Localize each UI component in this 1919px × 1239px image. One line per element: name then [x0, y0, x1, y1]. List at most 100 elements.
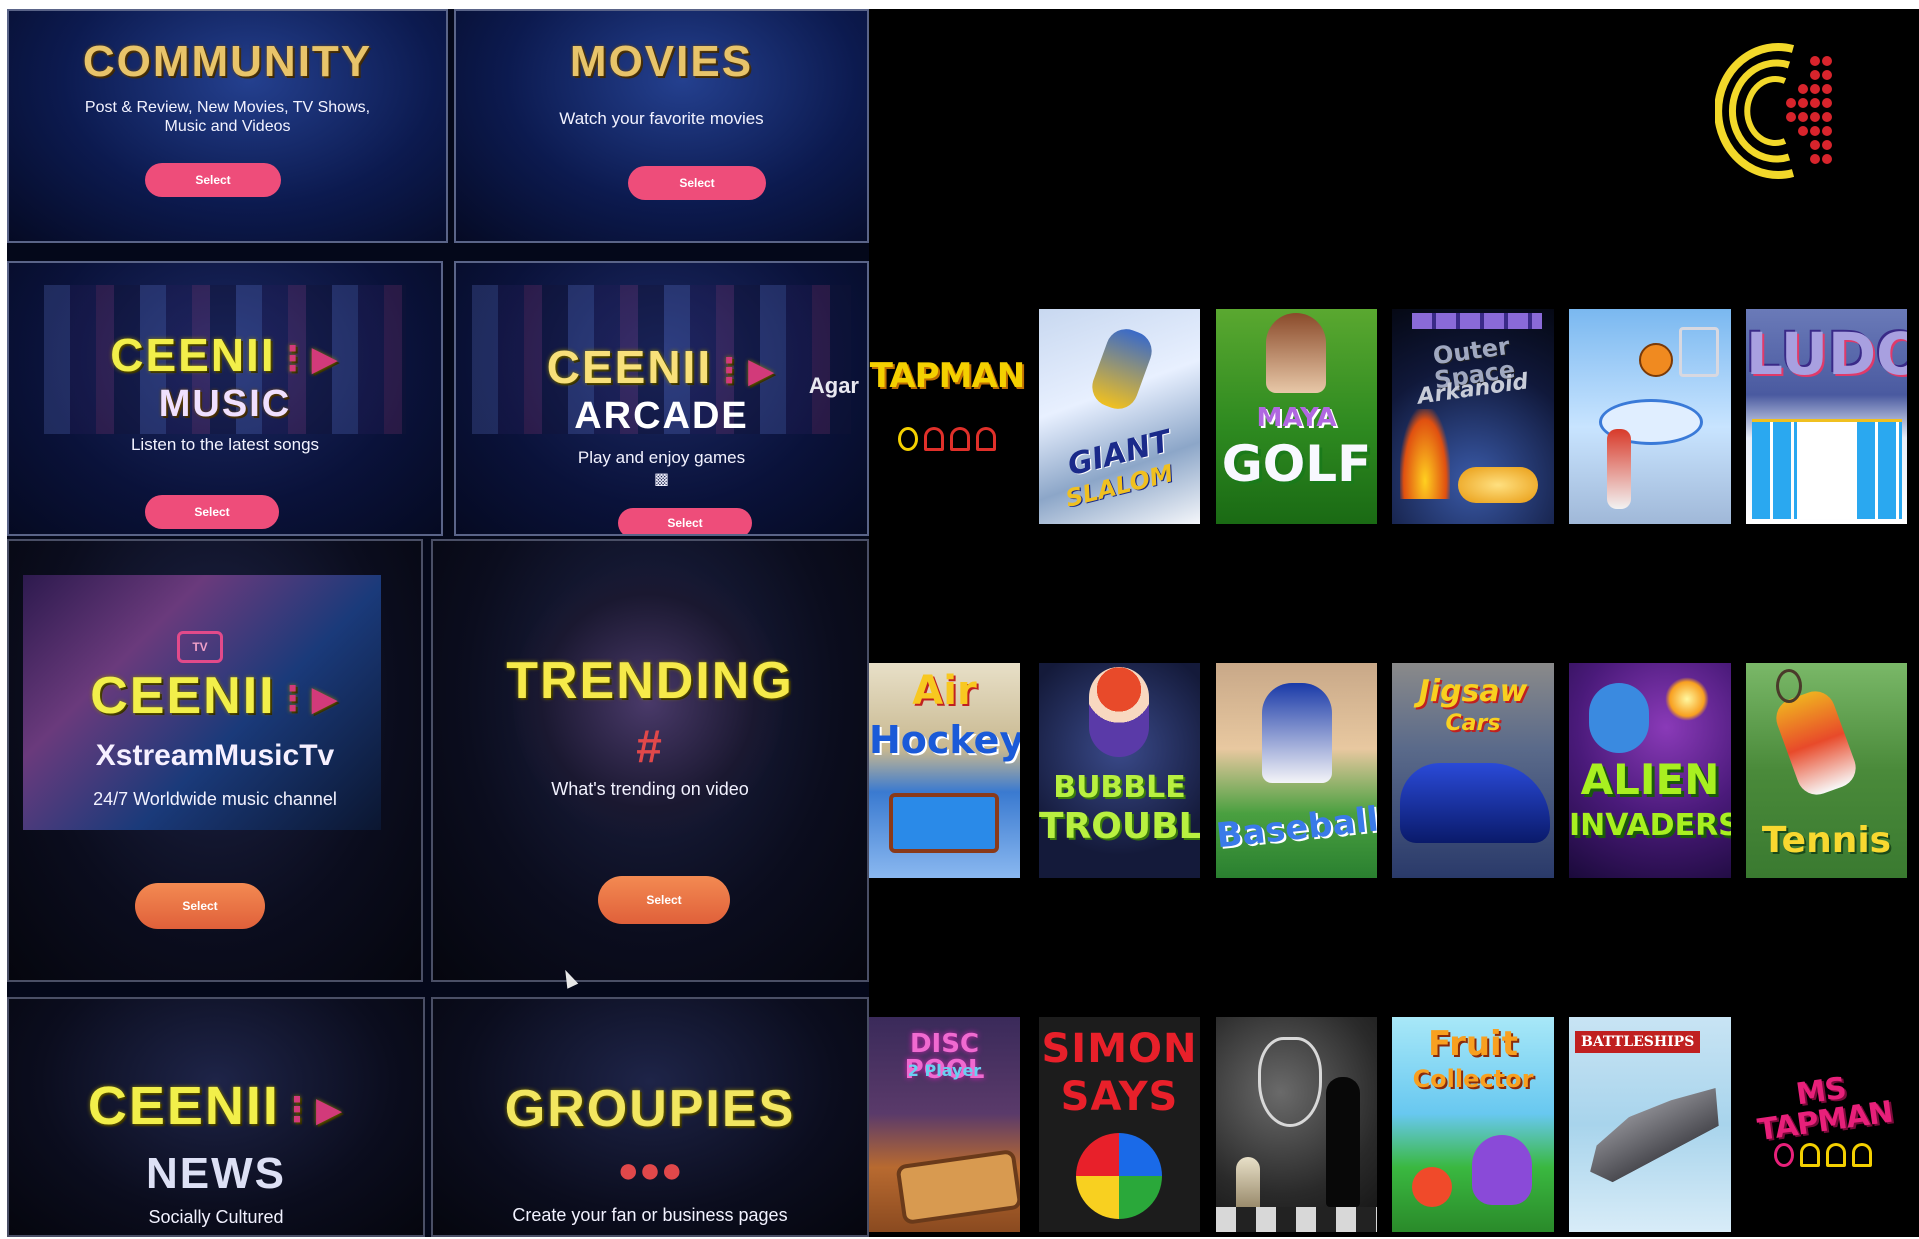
- ceenii-logo: C: [1714, 31, 1835, 191]
- trending-hashtag: #: [636, 720, 664, 772]
- arcade-brand: CEENII⋮▶: [456, 340, 867, 394]
- maya-golf-line2: GOLF: [1221, 435, 1372, 493]
- game-chess[interactable]: [1216, 1017, 1377, 1232]
- xstream-tile: TV CEENII⋮▶ XstreamMusicTv 24/7 Worldwid…: [7, 539, 423, 982]
- bubble-trouble-line1: BUBBLE: [1053, 770, 1186, 805]
- groupies-title: Groupies: [504, 1080, 796, 1138]
- alien-invaders-line1: ALIEN: [1580, 755, 1720, 804]
- tapman-title: TAPMAN: [869, 356, 1025, 396]
- music-tile: CEENII⋮▶ Music Listen to the latest song…: [7, 261, 443, 536]
- tv-badge: TV: [177, 631, 223, 663]
- simon-says-line1: SIMON: [1041, 1026, 1198, 1072]
- tapman-ghosts-icon: [869, 427, 1025, 454]
- fruit-collector-line2: Collector: [1412, 1065, 1534, 1093]
- brand-dots-icon: ⋮▶: [275, 339, 340, 378]
- game-simon-says[interactable]: SIMON SAYS: [1039, 1017, 1200, 1232]
- game-outer-space-arkanoid[interactable]: Outer Space Arkanoid: [1392, 309, 1554, 524]
- trending-tile: Trending # What's trending on video Sele…: [431, 539, 869, 982]
- game-giant-slalom[interactable]: GIANT SLALOM: [1039, 309, 1200, 524]
- game-disc-pool[interactable]: DISC POOL 2 Player: [869, 1017, 1020, 1232]
- bricks-row-icon: [1412, 313, 1542, 329]
- basketball-icon: [1639, 343, 1673, 377]
- news-subtitle: Socially Cultured: [148, 1207, 284, 1227]
- maya-golf-line1: MAYA: [1256, 403, 1337, 433]
- tv-badge-text: TV: [192, 640, 208, 654]
- xstream-brand: CEENII⋮▶: [9, 666, 421, 726]
- battleships-label: BATTLESHIPS: [1575, 1031, 1701, 1053]
- chess-king-shadow-icon: [1326, 1077, 1360, 1207]
- arcade-tile: Agar CEENII⋮▶ Arcade Play and enjoy game…: [454, 261, 869, 536]
- tennis-player-icon: [1770, 685, 1862, 801]
- game-bubble-trouble[interactable]: BUBBLE TROUBLE: [1039, 663, 1200, 878]
- car-icon: [1400, 763, 1550, 843]
- arcade-subtitle: Play and enjoy games: [577, 448, 746, 467]
- tennis-title: Tennis: [1761, 820, 1892, 861]
- racket-icon: [1776, 669, 1802, 703]
- news-brand: CEENII⋮▶: [9, 1075, 423, 1137]
- player-figure-icon: [1607, 429, 1631, 509]
- ms-tapman-ghosts-icon: [1739, 1143, 1907, 1170]
- simon-disc-icon: [1076, 1133, 1162, 1219]
- paddle-icon: [1458, 467, 1538, 503]
- community-tile: Community Post & Review, New Movies, TV …: [7, 9, 448, 243]
- music-brand: CEENII⋮▶: [9, 328, 441, 382]
- game-alien-invaders[interactable]: ALIEN INVADERS: [1569, 663, 1731, 878]
- warship-icon: [1576, 1075, 1731, 1190]
- arcade-title: Arcade: [574, 395, 749, 437]
- baseball-title: Baseball: [1216, 799, 1377, 857]
- fireball-icon: [1400, 409, 1450, 499]
- game-jigsaw-cars[interactable]: Jigsaw Cars: [1392, 663, 1554, 878]
- game-tapman[interactable]: TAPMAN: [869, 309, 1025, 524]
- menu-photo-collage: Community Post & Review, New Movies, TV …: [7, 9, 869, 1237]
- chessboard-floor-icon: [1216, 1207, 1377, 1232]
- movies-select-button[interactable]: Select: [628, 166, 766, 200]
- game-maya-golf[interactable]: MAYA GOLF: [1216, 309, 1377, 524]
- fruit-collector-line1: Fruit: [1428, 1024, 1518, 1064]
- brand-dots-icon: ⋮▶: [275, 680, 340, 719]
- jigsaw-cars-line1: Jigsaw: [1418, 674, 1528, 709]
- game-ludo[interactable]: LUDO: [1746, 309, 1907, 524]
- music-select-button[interactable]: Select: [145, 495, 279, 529]
- pool-table-icon: [895, 1148, 1020, 1226]
- jigsaw-cars-line2: Cars: [1445, 711, 1501, 736]
- community-select-button[interactable]: Select: [145, 163, 281, 197]
- trending-select-button[interactable]: Select: [598, 876, 730, 924]
- bubble-trouble-line2: TROUBLE: [1039, 806, 1200, 847]
- movies-subtitle: Watch your favorite movies: [559, 109, 764, 128]
- alien-invaders-line2: INVADERS: [1569, 808, 1731, 843]
- air-hockey-line1: Air: [912, 668, 977, 714]
- news-brand-text: CEENII: [87, 1076, 280, 1136]
- arcade-select-button[interactable]: Select: [618, 508, 752, 534]
- game-tennis[interactable]: Tennis: [1746, 663, 1907, 878]
- gamepad-icon: ▩: [653, 471, 670, 488]
- groupies-tile: Groupies ●●● Create your fan or business…: [431, 997, 869, 1237]
- simon-says-line2: SAYS: [1060, 1074, 1179, 1120]
- golfer-figure-icon: [1266, 313, 1326, 393]
- game-baseball[interactable]: Baseball: [1216, 663, 1377, 878]
- community-subtitle-line2: Music and Videos: [164, 118, 291, 135]
- game-ms-tapman[interactable]: MS TAPMAN: [1739, 1017, 1907, 1232]
- hockey-table-icon: [889, 793, 999, 853]
- batter-figure-icon: [1262, 683, 1332, 783]
- xstream-select-button[interactable]: Select: [135, 883, 265, 929]
- skier-figure-icon: [1086, 323, 1158, 415]
- music-title: Music: [158, 383, 292, 425]
- groups-icon: ●●●: [617, 1149, 683, 1190]
- news-tile: CEENII⋮▶ News Socially Cultured: [7, 997, 425, 1237]
- trending-subtitle: What's trending on video: [551, 779, 749, 799]
- xstream-title: XstreamMusicTv: [95, 739, 335, 772]
- trending-title: Trending: [506, 652, 794, 710]
- game-basketball[interactable]: [1569, 309, 1731, 524]
- groupies-subtitle: Create your fan or business pages: [512, 1205, 788, 1225]
- game-air-hockey[interactable]: Air Hockey: [869, 663, 1020, 878]
- svg-text:C: C: [1721, 180, 1722, 182]
- xstream-subtitle: 24/7 Worldwide music channel: [93, 789, 337, 809]
- ludo-title: LUDO: [1746, 320, 1907, 388]
- game-battleships[interactable]: BATTLESHIPS: [1569, 1017, 1731, 1232]
- game-fruit-collector[interactable]: Fruit Collector: [1392, 1017, 1554, 1232]
- community-subtitle-line1: Post & Review, New Movies, TV Shows,: [84, 99, 371, 116]
- disc-pool-line2: 2 Player: [907, 1061, 982, 1080]
- ludo-board-icon: [1752, 419, 1902, 519]
- creature-icon: [1472, 1135, 1532, 1205]
- battleships-title: BATTLESHIPS: [1581, 1034, 1695, 1050]
